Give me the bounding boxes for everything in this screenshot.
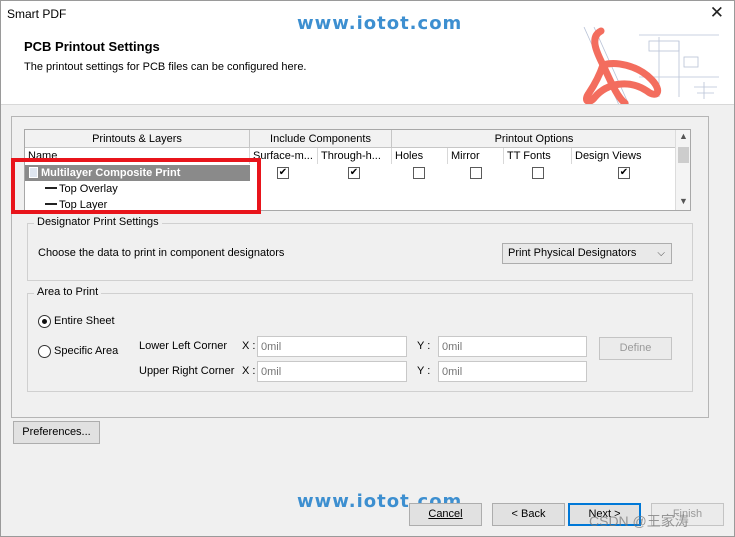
page-subtitle: The printout settings for PCB files can … — [24, 61, 307, 73]
area-group: Area to Print Entire Sheet Specific Area… — [27, 286, 693, 392]
window-title: Smart PDF — [7, 7, 67, 21]
back-label: < Back — [511, 508, 546, 520]
designator-group-title: Designator Print Settings — [34, 216, 162, 228]
watermark-top: www.iotot.com — [297, 13, 463, 34]
checkbox-holes[interactable] — [413, 167, 425, 179]
upper-right-x-input[interactable] — [257, 361, 407, 382]
designator-select[interactable]: Print Physical Designators ⌵ — [502, 243, 672, 264]
column-mirror[interactable]: Mirror — [448, 148, 504, 164]
smart-pdf-dialog: Smart PDF ✕ PCB Printout Settings The pr… — [0, 0, 735, 537]
grid-group-header: Printouts & Layers Include Components Pr… — [25, 130, 676, 148]
preferences-button[interactable]: Preferences... — [13, 421, 100, 444]
group-header-printouts: Printouts & Layers — [25, 130, 250, 148]
column-holes[interactable]: Holes — [392, 148, 448, 164]
checkbox-through-hole[interactable]: ✔ — [348, 167, 360, 179]
entire-sheet-label[interactable]: Entire Sheet — [54, 315, 115, 327]
scroll-thumb[interactable] — [678, 147, 689, 163]
checkbox-tt-fonts[interactable] — [532, 167, 544, 179]
csdn-watermark: CSDN @王家涛 — [589, 513, 689, 529]
lower-left-y-label: Y : — [417, 340, 431, 352]
group-header-components: Include Components — [250, 130, 392, 148]
grid-scrollbar[interactable]: ▲ ▼ — [675, 130, 690, 210]
lower-left-x-input[interactable] — [257, 336, 407, 357]
area-group-title: Area to Print — [34, 286, 102, 298]
page-title: PCB Printout Settings — [24, 39, 160, 54]
radio-entire-sheet[interactable] — [38, 315, 51, 328]
scroll-down-icon[interactable]: ▼ — [679, 196, 688, 206]
scroll-up-icon[interactable]: ▲ — [679, 131, 688, 141]
checkbox-surface-mount[interactable]: ✔ — [277, 167, 289, 179]
designator-group: Designator Print Settings Choose the dat… — [27, 216, 693, 281]
checkbox-design-views[interactable]: ✔ — [618, 167, 630, 179]
lower-left-label: Lower Left Corner — [139, 340, 228, 352]
upper-right-y-input[interactable] — [438, 361, 587, 382]
column-design-views[interactable]: Design Views — [572, 148, 676, 164]
checkbox-mirror[interactable] — [470, 167, 482, 179]
wizard-header: PCB Printout Settings The printout setti… — [1, 27, 734, 105]
designator-select-value: Print Physical Designators — [508, 247, 637, 259]
back-button[interactable]: < Back — [492, 503, 565, 526]
acrobat-logo-icon — [489, 27, 734, 104]
define-button[interactable]: Define — [599, 337, 672, 360]
lower-left-x-label: X : — [242, 340, 256, 352]
cancel-button[interactable]: Cancel — [409, 503, 482, 526]
group-header-options: Printout Options — [494, 133, 574, 145]
chevron-down-icon: ⌵ — [657, 248, 665, 259]
radio-specific-area[interactable] — [38, 345, 51, 358]
specific-area-label[interactable]: Specific Area — [54, 345, 118, 357]
designator-label: Choose the data to print in component de… — [38, 247, 285, 259]
lower-left-y-input[interactable] — [438, 336, 587, 357]
upper-right-y-label: Y : — [417, 365, 431, 377]
upper-right-label: Upper Right Corner — [139, 365, 235, 377]
cancel-label: Cancel — [428, 508, 463, 520]
upper-right-x-label: X : — [242, 365, 256, 377]
highlight-annotation — [11, 158, 261, 214]
column-through-hole[interactable]: Through-h... — [318, 148, 392, 164]
close-icon[interactable]: ✕ — [710, 4, 724, 22]
column-tt-fonts[interactable]: TT Fonts — [504, 148, 572, 164]
